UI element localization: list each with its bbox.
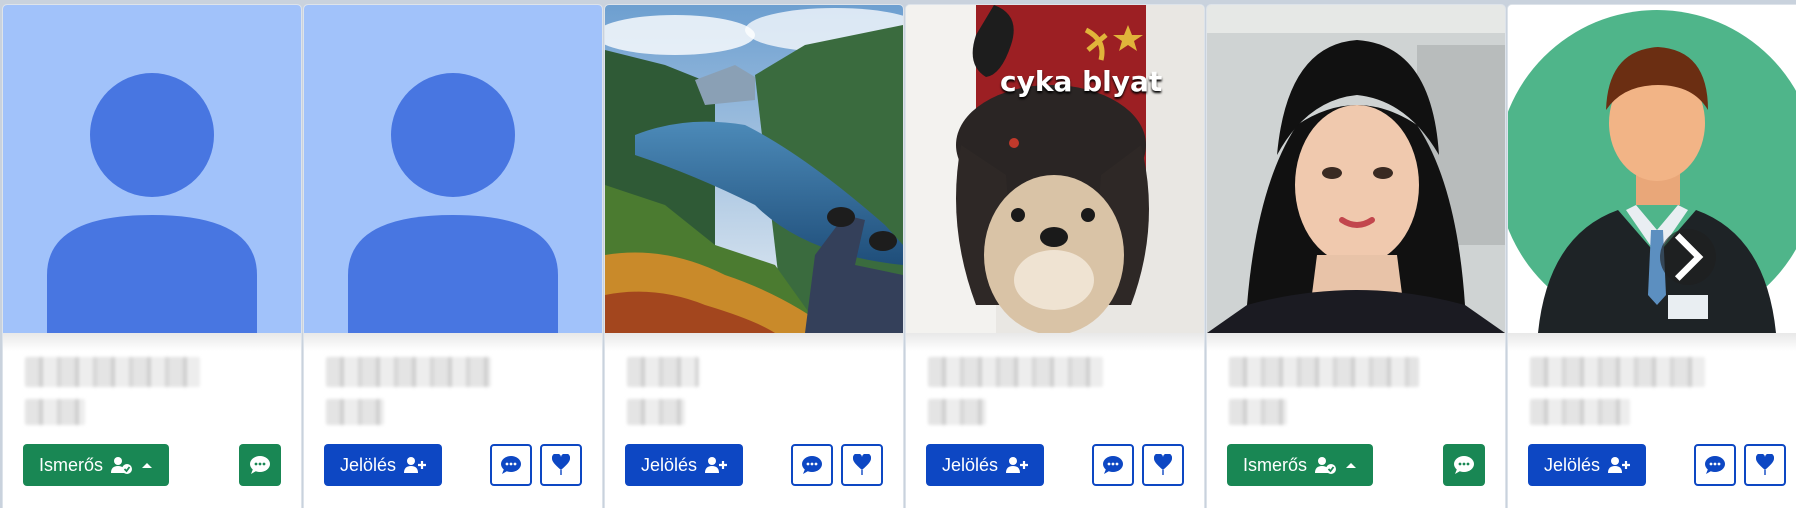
user-plus-icon bbox=[404, 457, 427, 473]
landscape-photo bbox=[605, 5, 903, 333]
carousel-next-button[interactable] bbox=[1660, 229, 1716, 285]
friend-suggestion-carousel: Ismerős Jelölés Jelölés cyka blyat Jelöl… bbox=[0, 0, 1796, 508]
profile-photo[interactable] bbox=[304, 5, 602, 333]
caret-up-icon bbox=[142, 463, 153, 468]
blurred-name bbox=[1530, 357, 1705, 387]
chat-icon bbox=[250, 456, 270, 474]
profile-card: Ismerős bbox=[1207, 5, 1505, 508]
friend-request-label: Jelölés bbox=[641, 454, 698, 475]
blurred-name bbox=[25, 357, 200, 387]
businessman-avatar bbox=[1508, 5, 1796, 333]
profile-photo[interactable] bbox=[3, 5, 301, 333]
portrait-photo bbox=[1207, 5, 1505, 333]
friend-request-label: Jelölés bbox=[340, 454, 397, 475]
user-check-icon bbox=[1315, 457, 1337, 474]
chat-icon bbox=[501, 456, 521, 474]
blurred-name bbox=[627, 357, 699, 387]
chat-icon bbox=[802, 456, 822, 474]
message-button[interactable] bbox=[490, 444, 532, 486]
profile-photo[interactable]: cyka blyat bbox=[906, 5, 1204, 333]
meme-caption: cyka blyat bbox=[1000, 65, 1163, 98]
profile-card: cyka blyat Jelölés bbox=[906, 5, 1204, 508]
friend-status-button[interactable]: Ismerős bbox=[1227, 444, 1374, 486]
friend-request-label: Jelölés bbox=[942, 454, 999, 475]
user-plus-icon bbox=[1006, 457, 1029, 473]
default-avatar-icon bbox=[304, 5, 602, 333]
card-divider bbox=[605, 333, 903, 351]
message-button[interactable] bbox=[1092, 444, 1134, 486]
friend-status-label: Ismerős bbox=[1243, 454, 1308, 475]
blurred-meta bbox=[25, 399, 85, 425]
friend-status-label: Ismerős bbox=[39, 454, 104, 475]
blurred-name bbox=[1229, 357, 1419, 387]
caret-up-icon bbox=[1346, 463, 1357, 468]
heart-balloon-icon bbox=[853, 454, 871, 475]
message-button[interactable] bbox=[1694, 444, 1736, 486]
blurred-meta bbox=[1530, 399, 1630, 425]
card-divider bbox=[304, 333, 602, 351]
user-plus-icon bbox=[705, 457, 728, 473]
profile-card: Jelölés bbox=[605, 5, 903, 508]
like-button[interactable] bbox=[841, 444, 883, 486]
blurred-meta bbox=[627, 399, 685, 425]
chat-icon bbox=[1705, 456, 1725, 474]
message-button[interactable] bbox=[239, 444, 281, 486]
like-button[interactable] bbox=[540, 444, 582, 486]
card-divider bbox=[1207, 333, 1505, 351]
default-avatar-icon bbox=[3, 5, 301, 333]
friend-request-button[interactable]: Jelölés bbox=[926, 444, 1045, 486]
card-divider bbox=[1508, 333, 1796, 351]
profile-card: Ismerős bbox=[3, 5, 301, 508]
profile-card: Jelölés bbox=[304, 5, 602, 508]
heart-balloon-icon bbox=[552, 454, 570, 475]
profile-photo[interactable] bbox=[605, 5, 903, 333]
user-plus-icon bbox=[1608, 457, 1631, 473]
dog-meme-photo bbox=[906, 5, 1204, 333]
profile-photo[interactable] bbox=[1207, 5, 1505, 333]
message-button[interactable] bbox=[1443, 444, 1485, 486]
blurred-meta bbox=[326, 399, 384, 425]
profile-photo[interactable] bbox=[1508, 5, 1796, 333]
chat-icon bbox=[1103, 456, 1123, 474]
friend-request-button[interactable]: Jelölés bbox=[625, 444, 744, 486]
blurred-meta bbox=[928, 399, 986, 425]
heart-balloon-icon bbox=[1756, 454, 1774, 475]
heart-balloon-icon bbox=[1154, 454, 1172, 475]
like-button[interactable] bbox=[1744, 444, 1786, 486]
card-divider bbox=[3, 333, 301, 351]
message-button[interactable] bbox=[791, 444, 833, 486]
like-button[interactable] bbox=[1142, 444, 1184, 486]
blurred-name bbox=[928, 357, 1103, 387]
card-divider bbox=[906, 333, 1204, 351]
blurred-name bbox=[326, 357, 491, 387]
chat-icon bbox=[1454, 456, 1474, 474]
friend-request-button[interactable]: Jelölés bbox=[324, 444, 443, 486]
user-check-icon bbox=[111, 457, 133, 474]
blurred-meta bbox=[1229, 399, 1287, 425]
friend-request-label: Jelölés bbox=[1544, 454, 1601, 475]
friend-request-button[interactable]: Jelölés bbox=[1528, 444, 1647, 486]
profile-card: Jelölés bbox=[1508, 5, 1796, 508]
friend-status-button[interactable]: Ismerős bbox=[23, 444, 170, 486]
chevron-right-icon bbox=[1674, 233, 1704, 281]
